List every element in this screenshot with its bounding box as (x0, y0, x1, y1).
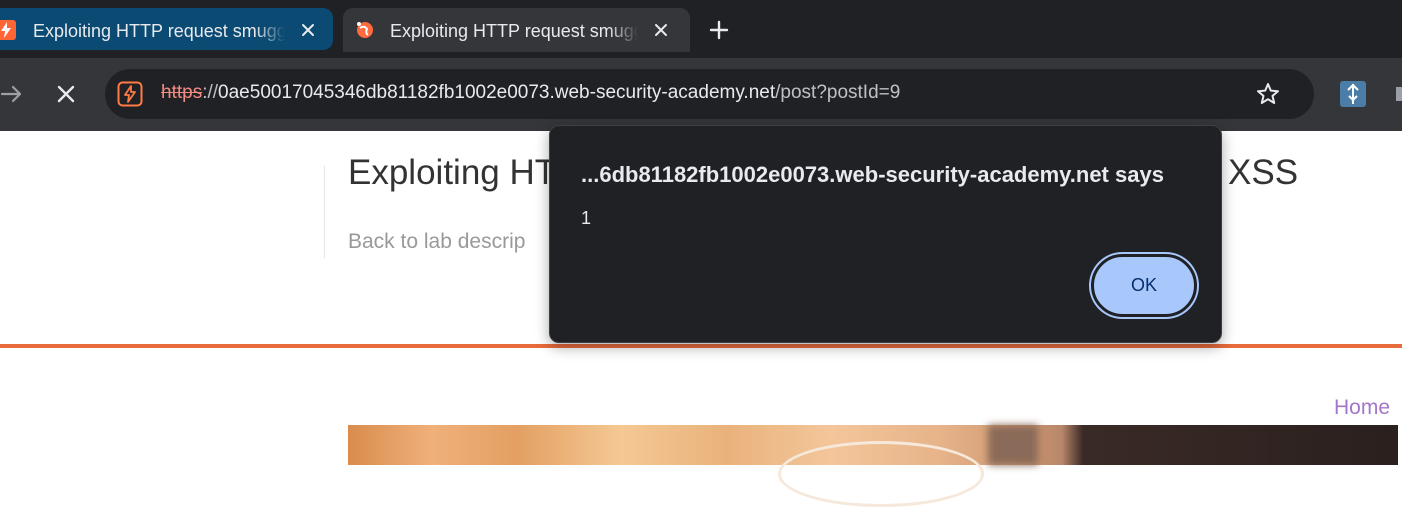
tab-strip: Exploiting HTTP request smuggling to del… (0, 0, 1402, 58)
back-to-lab-description-link[interactable]: Back to lab descrip (348, 230, 525, 254)
ok-button[interactable]: OK (1091, 254, 1197, 317)
site-info-icon[interactable] (117, 81, 143, 107)
forward-arrow-icon[interactable] (0, 80, 26, 108)
stop-loading-icon[interactable] (52, 80, 80, 108)
dialog-title: ...6db81182fb1002e0073.web-security-acad… (581, 162, 1164, 187)
javascript-alert-dialog: ...6db81182fb1002e0073.web-security-acad… (549, 125, 1222, 343)
tab-inactive[interactable]: Exploiting HTTP request smuggling to del… (0, 8, 333, 50)
url-path: /post?postId=9 (775, 82, 901, 103)
tab-close-icon[interactable] (650, 19, 672, 41)
url-separator: :// (202, 82, 219, 103)
orange-divider (0, 344, 1402, 348)
lab-title: Exploiting HT (348, 153, 557, 192)
puzzle-extension-icon[interactable] (1394, 83, 1402, 105)
blog-post-image (348, 425, 1398, 507)
tab-title: Exploiting HTTP request smuggling to del… (33, 21, 285, 41)
tab-active[interactable]: Exploiting HTTP request smuggling to del… (343, 8, 690, 52)
lab-title-end: XSS (1228, 153, 1299, 192)
lightning-favicon-icon (0, 20, 16, 40)
tab-close-icon[interactable] (297, 19, 319, 41)
address-bar[interactable]: https://0ae50017045346db81182fb1002e0073… (105, 69, 1314, 119)
home-link[interactable]: Home (1334, 396, 1390, 420)
header-divider (324, 166, 325, 258)
new-tab-plus-icon[interactable] (705, 16, 733, 44)
url-scheme: https (161, 82, 203, 103)
extension-icon[interactable] (1340, 81, 1366, 107)
dialog-message: 1 (581, 208, 592, 228)
browser-toolbar: https://0ae50017045346db81182fb1002e0073… (0, 58, 1402, 131)
globe-favicon-icon (357, 22, 373, 38)
bookmark-star-icon[interactable] (1255, 81, 1281, 107)
tab-title: Exploiting HTTP request smuggling to del… (390, 21, 638, 41)
url-host: 0ae50017045346db81182fb1002e0073.web-sec… (218, 82, 776, 103)
url-text[interactable]: https://0ae50017045346db81182fb1002e0073… (161, 82, 900, 104)
